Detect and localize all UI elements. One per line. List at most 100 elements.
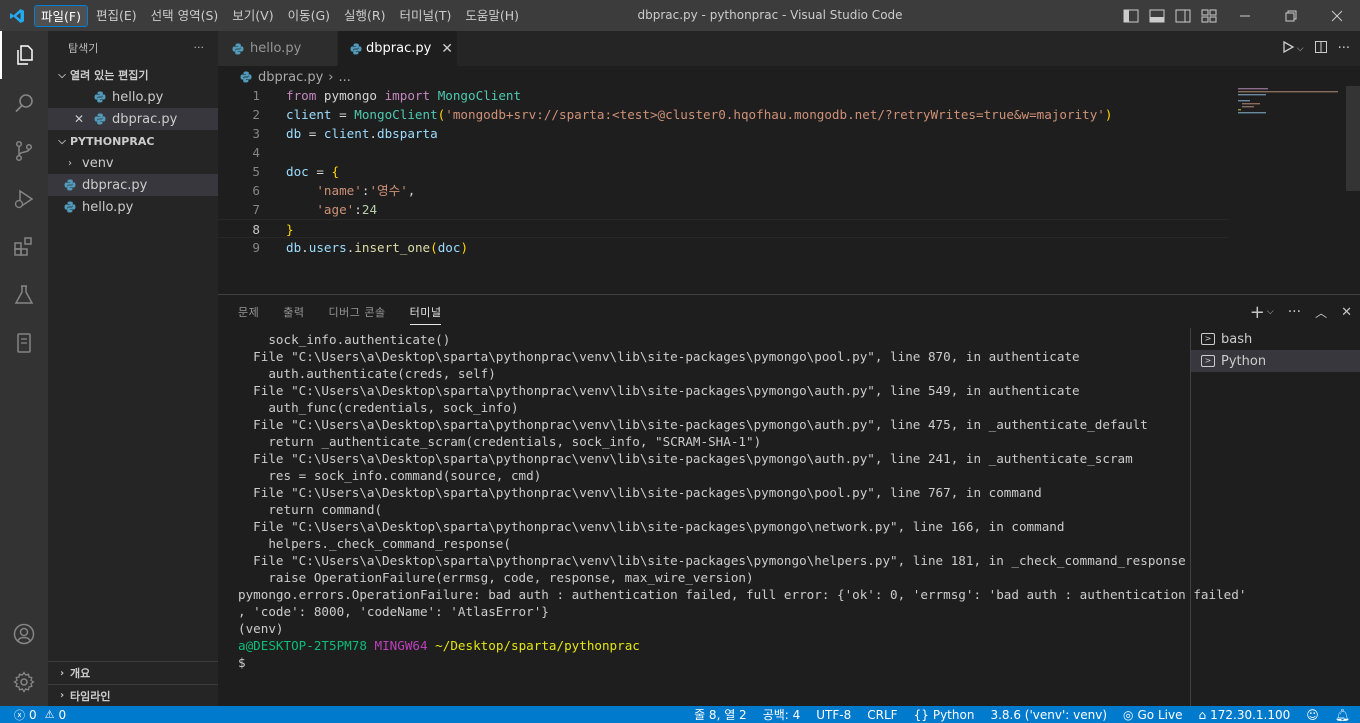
terminal-text: ~/Desktop/sparta/pythonprac [435,638,640,653]
terminal-line: File "C:\Users\a\Desktop\sparta\pythonpr… [238,484,1188,501]
extensions-icon[interactable] [0,223,48,271]
project-section[interactable]: ⌵ PYTHONPRAC [48,130,218,152]
menu-item-6[interactable]: 터미널(T) [394,5,458,27]
menu-item-3[interactable]: 보기(V) [226,5,279,27]
python-interpreter[interactable]: 3.8.6 ('venv': venv) [982,708,1115,722]
run-dropdown-chevron-icon[interactable]: ⌵ [1297,44,1304,54]
open-editor-dbprac[interactable]: ✕ dbprac.py [48,108,218,130]
tab-output[interactable]: 출력 [283,295,304,329]
code-token: insert_one [354,240,431,255]
code-line[interactable]: 1 from pymongo import MongoClient [218,86,1228,105]
tree-item-venv[interactable]: › venv [48,152,218,174]
remote-explorer-icon[interactable] [0,319,48,367]
explorer-icon[interactable] [0,31,48,79]
ip-address[interactable]: ⌂ 172.30.1.100 [1190,708,1298,722]
tab-dbprac[interactable]: dbprac.py ✕ [338,31,458,66]
code-line[interactable]: 6 'name':'영수', [218,181,1228,200]
breadcrumb-symbol[interactable]: ... [339,70,351,85]
feedback-icon[interactable]: ☺ [1298,708,1327,722]
tab-terminal[interactable]: 터미널 [409,295,442,329]
notifications-bell-icon[interactable]: 🔔︎ [1327,708,1360,722]
minimap[interactable] [1232,86,1342,146]
terminal-line: File "C:\Users\a\Desktop\sparta\pythonpr… [238,382,1188,399]
language-mode[interactable]: {} Python [906,708,983,722]
restore-icon[interactable] [1268,0,1314,31]
end-of-line[interactable]: CRLF [859,708,905,722]
terminal-item-python[interactable]: > Python [1191,350,1360,372]
toggle-sidebar-icon[interactable] [1118,0,1144,31]
line-number: 5 [252,164,260,179]
minimize-icon[interactable] [1222,0,1268,31]
open-editors-label: 열려 있는 편집기 [70,69,149,82]
testing-icon[interactable] [0,271,48,319]
menu-item-4[interactable]: 이동(G) [282,5,336,27]
tab-label: hello.py [250,41,302,56]
toggle-secondary-sidebar-icon[interactable] [1170,0,1196,31]
terminal-text: File "C:\Users\a\Desktop\sparta\pythonpr… [238,349,1080,364]
code-token: dbsparta [377,126,438,141]
menu-item-7[interactable]: 도움말(H) [459,5,525,27]
outline-section[interactable]: › 개요 [48,662,218,684]
close-editor-icon[interactable]: ✕ [74,112,92,126]
code-line[interactable]: 2 client = MongoClient('mongodb+srv://spa… [218,105,1228,124]
open-editors-section[interactable]: ⌵ 열려 있는 편집기 [48,64,218,86]
line-number: 9 [252,240,260,255]
explorer-title: 탐색기 [68,41,99,55]
maximize-panel-icon[interactable]: ︿ [1315,304,1327,321]
terminal-item-label: bash [1221,331,1253,347]
terminal-line: File "C:\Users\a\Desktop\sparta\pythonpr… [238,450,1188,467]
editor-more-icon[interactable]: ··· [1338,41,1350,56]
problems-status[interactable]: ⓧ 0 ⚠ 0 [0,707,66,723]
tab-hello[interactable]: hello.py [218,31,338,66]
tab-debug-console[interactable]: 디버그 콘솔 [329,295,386,329]
menu-item-2[interactable]: 선택 영역(S) [145,5,225,27]
menu-item-5[interactable]: 실행(R) [338,5,391,27]
code-line[interactable]: 5 doc = { [218,162,1228,181]
code-token: pymongo [316,88,385,103]
editor-scrollbar[interactable] [1346,86,1360,191]
terminal-output[interactable]: sock_info.authenticate() File "C:\Users\… [238,331,1246,671]
terminal-dropdown-chevron-icon[interactable]: ⌵ [1267,307,1274,317]
cursor-position[interactable]: 줄 8, 열 2 [686,706,755,723]
tree-item-hello[interactable]: hello.py [48,196,218,218]
code-line[interactable]: 9 db.users.insert_one(doc) [218,238,1228,257]
run-debug-icon[interactable] [0,175,48,223]
terminal-item-bash[interactable]: > bash [1191,328,1360,350]
tab-close-icon[interactable]: ✕ [441,41,453,57]
open-editor-label: hello.py [112,89,164,105]
open-editor-hello[interactable]: hello.py [48,86,218,108]
source-control-icon[interactable] [0,127,48,175]
breadcrumb-file[interactable]: dbprac.py [258,70,323,85]
explorer-more-button[interactable]: ··· [194,41,205,54]
accounts-icon[interactable] [0,610,48,658]
code-token: : [354,202,362,217]
close-window-icon[interactable] [1314,0,1360,31]
error-icon: ⓧ [14,708,25,722]
menu-item-0[interactable]: 파일(F) [34,4,88,27]
new-terminal-icon[interactable]: + [1250,302,1265,323]
settings-gear-icon[interactable] [0,658,48,706]
code-token: client [323,126,370,141]
terminal-text: , 'code': 8000, 'codeName': 'AtlasError'… [238,604,549,619]
close-panel-icon[interactable]: ✕ [1341,305,1352,320]
code-token: db [286,126,302,141]
tree-item-dbprac[interactable]: dbprac.py [48,174,218,196]
code-line[interactable]: 8} [218,219,1228,238]
panel-more-icon[interactable]: ··· [1288,304,1301,320]
encoding[interactable]: UTF-8 [808,708,859,722]
timeline-section[interactable]: › 타임라인 [48,684,218,706]
indentation[interactable]: 공백: 4 [755,706,809,723]
code-editor[interactable]: 1 from pymongo import MongoClient 2 client … [218,86,1228,257]
search-icon[interactable] [0,79,48,127]
customize-layout-icon[interactable] [1196,0,1222,31]
split-editor-icon[interactable] [1314,40,1328,58]
code-line[interactable]: 7 'age':24 [218,200,1228,219]
go-live-button[interactable]: ◎ Go Live [1115,708,1190,722]
run-file-icon[interactable] [1281,40,1295,58]
toggle-panel-icon[interactable] [1144,0,1170,31]
tab-problems[interactable]: 문제 [238,295,259,329]
menu-item-1[interactable]: 편집(E) [90,5,143,27]
code-token: 'age' [316,202,355,217]
code-line[interactable]: 3 db = client.dbsparta [218,124,1228,143]
code-line[interactable]: 4 [218,143,1228,162]
